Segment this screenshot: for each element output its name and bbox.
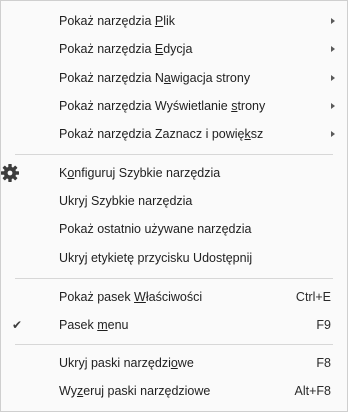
menu-item-label: Pokaż narzędzia Nawigacja strony: [59, 71, 251, 85]
menu-item-show-edit-tools[interactable]: Pokaż narzędzia Edycja: [1, 35, 347, 63]
menu-item-shortcut: F9: [316, 318, 331, 332]
menu-item-label: Pokaż narzędzia Wyświetlanie strony: [59, 99, 266, 113]
submenu-arrow-icon: [307, 103, 347, 109]
menu-item-menu-bar[interactable]: ✔ Pasek menu F9: [1, 311, 347, 339]
menu-item-label: Pokaż narzędzia Edycja: [59, 42, 193, 56]
menu-item-label: Ukryj etykietę przycisku Udostępnij: [59, 251, 253, 265]
menu-item-hide-toolbars[interactable]: Ukryj paski narzędziowe F8: [1, 349, 347, 377]
menu-item-label: Pokaż narzędzia Zaznacz i powiększ: [59, 127, 264, 141]
submenu-arrow-icon: [307, 18, 347, 24]
menu-item-show-page-navigation-tools[interactable]: Pokaż narzędzia Nawigacja strony: [1, 64, 347, 92]
menu-item-label: Pokaż narzędzia Plik: [59, 14, 176, 28]
menu-item-label: Wyzeruj paski narzędziowe: [59, 384, 211, 398]
gear-icon: [0, 163, 39, 183]
submenu-arrow-icon: [307, 75, 347, 81]
menu-item-reset-toolbars[interactable]: Wyzeruj paski narzędziowe Alt+F8: [1, 377, 347, 405]
submenu-arrow-icon: [307, 131, 347, 137]
menu-item-show-recent-tools[interactable]: Pokaż ostatnio używane narzędzia: [1, 215, 347, 243]
menu-item-label: Ukryj paski narzędziowe: [59, 356, 194, 370]
view-toolbars-context-menu: Pokaż narzędzia Plik Pokaż narzędzia Edy…: [0, 0, 348, 412]
menu-item-shortcut: Ctrl+E: [295, 290, 331, 304]
menu-item-configure-quick-tools[interactable]: Konfiguruj Szybkie narzędzia: [1, 159, 347, 187]
menu-item-shortcut: Alt+F8: [294, 384, 331, 398]
menu-item-label: Pokaż pasek Właściwości: [59, 290, 203, 304]
menu-item-hide-share-label[interactable]: Ukryj etykietę przycisku Udostępnij: [1, 244, 347, 272]
menu-item-label: Pokaż ostatnio używane narzędzia: [59, 222, 252, 236]
menu-separator: [15, 154, 333, 155]
menu-item-shortcut: F8: [316, 356, 331, 370]
menu-item-hide-quick-tools[interactable]: Ukryj Szybkie narzędzia: [1, 187, 347, 215]
menu-item-label: Pasek menu: [59, 318, 129, 332]
menu-item-show-select-zoom-tools[interactable]: Pokaż narzędzia Zaznacz i powiększ: [1, 120, 347, 148]
submenu-arrow-icon: [307, 46, 347, 52]
menu-item-label: Konfiguruj Szybkie narzędzia: [59, 166, 221, 180]
menu-item-show-file-tools[interactable]: Pokaż narzędzia Plik: [1, 7, 347, 35]
menu-separator: [15, 278, 333, 279]
checkmark-icon: ✔: [11, 318, 23, 332]
menu-separator: [15, 344, 333, 345]
menu-item-label: Ukryj Szybkie narzędzia: [59, 194, 193, 208]
menu-item-show-page-display-tools[interactable]: Pokaż narzędzia Wyświetlanie strony: [1, 92, 347, 120]
menu-item-show-properties-bar[interactable]: Pokaż pasek Właściwości Ctrl+E: [1, 283, 347, 311]
